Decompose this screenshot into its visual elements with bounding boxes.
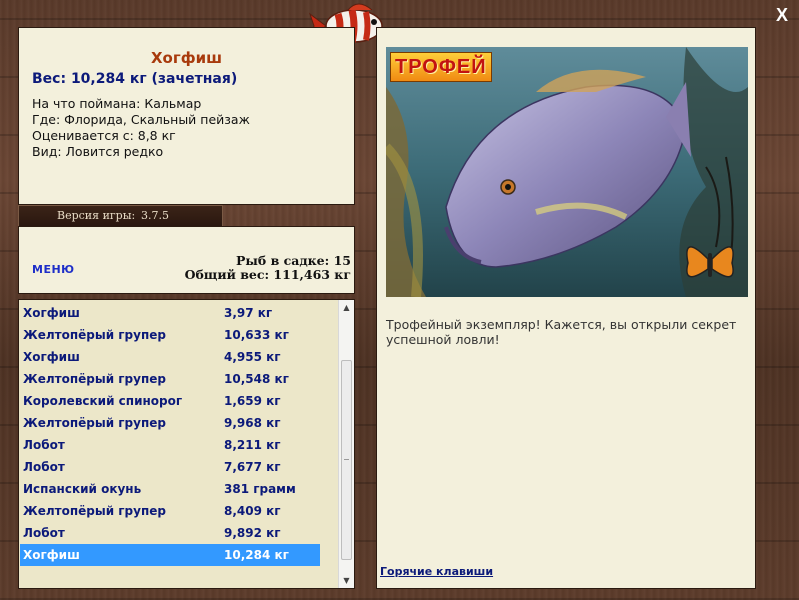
catch-fish-name: Хогфиш bbox=[23, 306, 80, 320]
catch-fish-weight: 1,659 кг bbox=[224, 394, 281, 408]
close-button[interactable]: X bbox=[773, 6, 791, 24]
catch-fish-weight: 7,677 кг bbox=[224, 460, 281, 474]
catch-stats-panel: МЕНЮ Рыб в садке: 15 Общий вес: 111,463 … bbox=[18, 226, 355, 294]
vertical-scrollbar[interactable]: ▲ ▼ bbox=[338, 300, 354, 588]
fish-detail-panel: ТРОФЕЙ Трофейный экземпляр! Кажется, вы … bbox=[376, 27, 756, 589]
hotkeys-link[interactable]: Горячие клавиши bbox=[380, 565, 493, 578]
scroll-up-arrow-icon[interactable]: ▲ bbox=[339, 300, 354, 315]
catch-fish-name: Желтопёрый групер bbox=[23, 328, 166, 342]
catch-fish-weight: 10,633 кг bbox=[224, 328, 289, 342]
catch-list-row[interactable]: Лобот 8,211 кг bbox=[20, 434, 320, 456]
catch-fish-weight: 10,284 кг bbox=[224, 548, 289, 562]
catch-fish-name: Лобот bbox=[23, 438, 65, 452]
catch-fish-weight: 8,211 кг bbox=[224, 438, 281, 452]
catch-fish-name: Хогфиш bbox=[23, 548, 80, 562]
catch-fish-name: Лобот bbox=[23, 526, 65, 540]
catch-list-row[interactable]: Хогфиш 10,284 кг bbox=[20, 544, 320, 566]
catch-list-row[interactable]: Испанский окунь 381 грамм bbox=[20, 478, 320, 500]
catch-list-row[interactable]: Желтопёрый групер 9,968 кг bbox=[20, 412, 320, 434]
catch-fish-weight: 4,955 кг bbox=[224, 350, 281, 364]
catch-list-row[interactable]: Лобот 9,892 кг bbox=[20, 522, 320, 544]
fish-name-title: Хогфиш bbox=[150, 49, 223, 67]
catch-list-row[interactable]: Желтопёрый групер 10,633 кг bbox=[20, 324, 320, 346]
rarity-info: Вид: Ловится редко bbox=[32, 144, 164, 159]
hogfish-photo-image bbox=[386, 47, 748, 297]
catch-list-row[interactable]: Хогфиш 3,97 кг bbox=[20, 302, 320, 324]
catch-list-row[interactable]: Желтопёрый групер 10,548 кг bbox=[20, 368, 320, 390]
version-label: Версия игры: bbox=[57, 209, 136, 222]
catch-fish-weight: 9,968 кг bbox=[224, 416, 281, 430]
catch-list-row[interactable]: Хогфиш 4,955 кг bbox=[20, 346, 320, 368]
catch-fish-weight: 8,409 кг bbox=[224, 504, 281, 518]
catch-fish-name: Желтопёрый групер bbox=[23, 504, 166, 518]
catch-fish-name: Лобот bbox=[23, 460, 65, 474]
bait-info: На что поймана: Кальмар bbox=[32, 96, 202, 111]
scrollbar-grip-icon bbox=[344, 459, 349, 460]
catch-list[interactable]: Хогфиш 3,97 кг Желтопёрый групер 10,633 кг Х… bbox=[18, 299, 355, 589]
catch-list-row[interactable]: Желтопёрый групер 8,409 кг bbox=[20, 500, 320, 522]
catch-fish-name: Желтопёрый групер bbox=[23, 372, 166, 386]
trophy-badge: ТРОФЕЙ bbox=[390, 52, 492, 82]
game-version-plate: Версия игры: 3.7.5 bbox=[18, 205, 223, 227]
trophy-description: Трофейный экземпляр! Кажется, вы открыли… bbox=[386, 317, 737, 347]
catch-list-row[interactable]: Лобот 7,677 кг bbox=[20, 456, 320, 478]
catch-info-panel: Хогфиш Вес: 10,284 кг (зачетная) На что … bbox=[18, 27, 355, 205]
total-weight: Общий вес: 111,463 кг bbox=[184, 267, 351, 282]
catch-fish-weight: 10,548 кг bbox=[224, 372, 289, 386]
catch-fish-name: Испанский окунь bbox=[23, 482, 142, 496]
catch-list-row[interactable]: Королевский спинорог 1,659 кг bbox=[20, 390, 320, 412]
scrollbar-thumb[interactable] bbox=[341, 360, 352, 560]
menu-button[interactable]: МЕНЮ bbox=[32, 263, 75, 276]
scroll-down-arrow-icon[interactable]: ▼ bbox=[339, 573, 354, 588]
fish-weight: Вес: 10,284 кг (зачетная) bbox=[32, 71, 238, 87]
catch-fish-name: Желтопёрый групер bbox=[23, 416, 166, 430]
catch-fish-weight: 381 грамм bbox=[224, 482, 296, 496]
scored-from-info: Оценивается с: 8,8 кг bbox=[32, 128, 176, 143]
fish-count: Рыб в садке: 15 bbox=[235, 253, 351, 268]
version-value: 3.7.5 bbox=[141, 209, 169, 222]
catch-fish-weight: 9,892 кг bbox=[224, 526, 281, 540]
fish-photo: ТРОФЕЙ bbox=[386, 47, 748, 297]
location-info: Где: Флорида, Скальный пейзаж bbox=[32, 112, 250, 127]
catch-fish-name: Королевский спинорог bbox=[23, 394, 183, 408]
catch-fish-weight: 3,97 кг bbox=[224, 306, 273, 320]
catch-fish-name: Хогфиш bbox=[23, 350, 80, 364]
